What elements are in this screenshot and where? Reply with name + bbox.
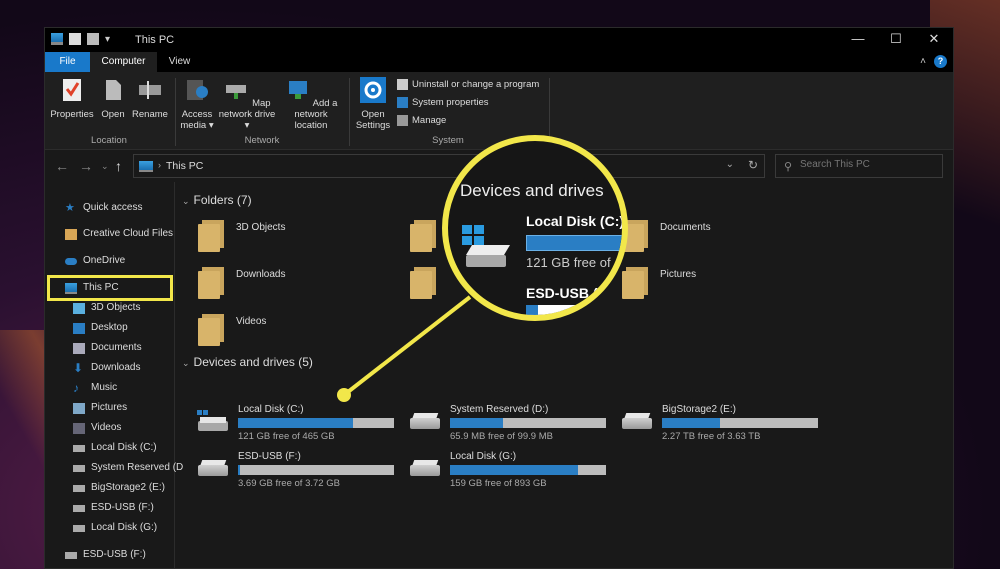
drive-icon [466, 245, 510, 267]
magnified-usage-bar [526, 235, 622, 251]
callout-dot [337, 388, 351, 402]
magnified-drive-name: ESD-USB (F:) [526, 285, 616, 301]
windows-logo-icon [462, 225, 484, 245]
magnifier-callout: Devices and drives Local Disk (C:) 121 G… [442, 135, 628, 321]
magnified-drive-free: 121 GB free of 4 [526, 255, 622, 270]
magnified-heading: Devices and drives [460, 181, 604, 200]
magnified-drive-name: Local Disk (C:) [526, 213, 625, 229]
